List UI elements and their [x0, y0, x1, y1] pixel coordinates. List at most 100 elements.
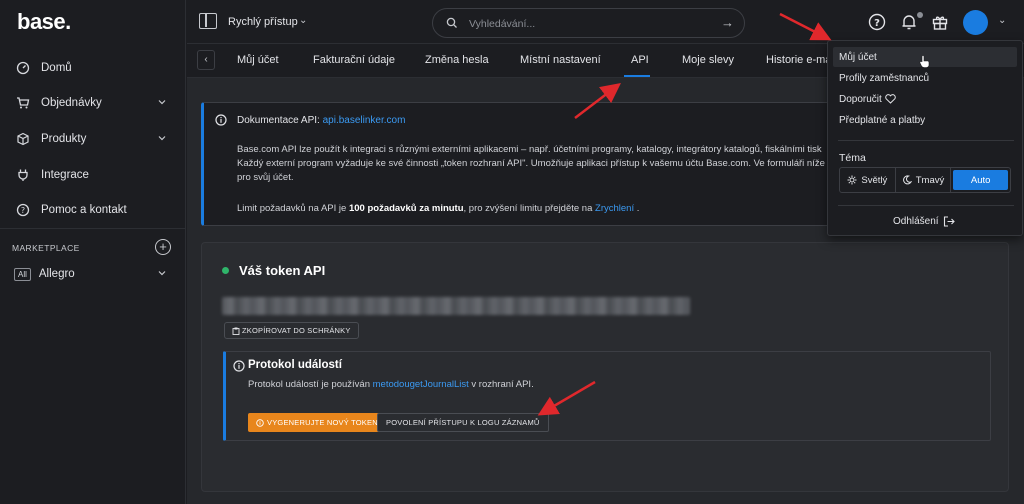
box-icon: [16, 132, 30, 146]
log-access-button[interactable]: POVOLENÍ PŘÍSTUPU K LOGU ZÁZNAMŮ: [377, 413, 549, 432]
quick-access-label[interactable]: Rychlý přístup: [228, 16, 298, 28]
sidebar-item-label: Objednávky: [41, 97, 102, 109]
event-desc-prefix: Protokol událostí je používán: [248, 379, 370, 390]
acceleration-link[interactable]: Zrychlení: [595, 203, 634, 214]
copy-button-label: ZKOPÍROVAT DO SCHRÁNKY: [242, 326, 351, 335]
sidebar-item-allegro[interactable]: All Allegro: [0, 259, 186, 289]
status-dot: [222, 267, 229, 274]
divider: [0, 228, 186, 229]
sidebar-item-label: Produkty: [41, 133, 87, 145]
sidebar: base. Domů Objednávky Produkty Integrace…: [0, 0, 186, 504]
sidebar-item-label: Integrace: [41, 169, 89, 181]
sidebar-item-products[interactable]: Produkty: [0, 124, 186, 154]
bell-icon[interactable]: [899, 12, 919, 32]
cart-icon: [16, 96, 30, 110]
event-log-description: Protokol událostí je používán metodouget…: [248, 379, 534, 390]
chevron-left-icon[interactable]: ‹: [197, 50, 215, 70]
dashboard-icon: [16, 61, 30, 75]
help-icon[interactable]: ?: [867, 12, 887, 32]
search-icon: [446, 17, 458, 32]
menu-item-label: Profily zaměstnanců: [839, 72, 930, 84]
notification-dot: [917, 12, 923, 18]
divider: [838, 205, 1014, 206]
tab-api[interactable]: API: [631, 54, 649, 66]
api-description-line: pro svůj účet.: [237, 172, 294, 183]
account-dropdown: Můj účet Profily zaměstnanců Doporučit P…: [827, 40, 1023, 236]
sidebar-item-home[interactable]: Domů: [0, 53, 186, 83]
plug-icon: [16, 168, 30, 182]
api-description-line: Base.com API lze použít k integraci s rů…: [237, 144, 822, 155]
token-title: Váš token API: [239, 263, 326, 278]
chevron-down-icon[interactable]: ⌄: [998, 15, 1006, 26]
chevron-down-icon: [158, 133, 166, 145]
menu-item-recommend[interactable]: Doporučit: [833, 89, 1017, 109]
api-description: Base.com API lze použít k integraci s rů…: [237, 143, 842, 185]
menu-item-label: Doporučit: [839, 93, 882, 105]
sidebar-item-integrations[interactable]: Integrace: [0, 160, 186, 190]
info-icon: [233, 360, 245, 375]
avatar[interactable]: [963, 10, 988, 35]
limit-prefix: Limit požadavků na API je: [237, 203, 347, 214]
tab-local-settings[interactable]: Místní nastavení: [520, 54, 601, 66]
arrow-right-icon[interactable]: →: [721, 15, 734, 30]
theme-label: Téma: [839, 152, 866, 164]
chevron-down-icon: [158, 268, 166, 280]
theme-option-label: Světlý: [861, 174, 888, 186]
theme-selector: Světlý Tmavý Auto: [839, 167, 1011, 193]
marketplace-heading: MARKETPLACE: [12, 243, 80, 253]
menu-item-my-account[interactable]: Můj účet: [833, 47, 1017, 68]
logo[interactable]: base.: [17, 9, 71, 35]
gift-icon[interactable]: [930, 12, 950, 32]
sidebar-item-label: Pomoc a kontakt: [41, 204, 127, 216]
api-description-line: Každý externí program vyžaduje ke své či…: [237, 158, 825, 169]
journal-method-link[interactable]: metodougetJournalList: [373, 379, 469, 390]
chevron-down-icon[interactable]: ⌄: [299, 15, 307, 26]
logout-label: Odhlášení: [893, 216, 939, 227]
all-tag: All: [14, 267, 31, 281]
svg-text:?: ?: [874, 18, 880, 29]
menu-item-label: Předplatné a platby: [839, 114, 926, 126]
logout-button[interactable]: Odhlášení: [893, 216, 955, 227]
sidebar-item-orders[interactable]: Objednávky: [0, 88, 186, 118]
theme-dark-button[interactable]: Tmavý: [896, 168, 952, 192]
theme-light-button[interactable]: Světlý: [840, 168, 896, 192]
help-icon: ?: [16, 203, 30, 217]
theme-auto-button[interactable]: Auto: [953, 170, 1009, 190]
add-marketplace-button[interactable]: +: [155, 239, 171, 255]
clipboard-icon: [232, 327, 240, 335]
copy-to-clipboard-button[interactable]: ZKOPÍROVAT DO SCHRÁNKY: [224, 322, 359, 339]
search-input[interactable]: Vyhledávání... →: [432, 8, 745, 38]
topbar: Rychlý přístup ⌄ Vyhledávání... → ? ⌄: [187, 0, 1024, 44]
blurred-token-value[interactable]: [222, 297, 690, 315]
tab-password[interactable]: Změna hesla: [425, 54, 489, 66]
tab-discounts[interactable]: Moje slevy: [682, 54, 734, 66]
menu-item-subscription[interactable]: Předplatné a platby: [833, 110, 1017, 130]
sidebar-item-help[interactable]: ? Pomoc a kontakt: [0, 195, 186, 225]
divider: [838, 140, 1014, 141]
tab-email-history[interactable]: Historie e-ma: [766, 54, 831, 66]
logout-icon: [943, 216, 955, 227]
generate-button-label: VYGENERUJTE NOVÝ TOKEN: [267, 418, 378, 427]
theme-option-label: Tmavý: [915, 174, 945, 186]
doc-label: Dokumentace API:: [237, 115, 320, 126]
active-tab-indicator: [624, 75, 650, 77]
event-log-box: Protokol událostí Protokol událostí je p…: [223, 351, 991, 441]
generate-token-button[interactable]: VYGENERUJTE NOVÝ TOKEN: [248, 413, 386, 432]
svg-text:?: ?: [21, 206, 25, 215]
tab-billing[interactable]: Fakturační údaje: [313, 54, 395, 66]
search-placeholder: Vyhledávání...: [469, 18, 536, 30]
info-icon: [256, 418, 264, 427]
sidebar-item-label: Domů: [41, 62, 72, 74]
api-limit-text: Limit požadavků na API je 100 požadavků …: [237, 203, 639, 214]
heart-icon: [885, 94, 896, 104]
tab-my-account[interactable]: Můj účet: [237, 54, 279, 66]
sun-icon: [847, 175, 857, 185]
event-desc-suffix: v rozhraní API.: [471, 379, 534, 390]
layout-icon[interactable]: [199, 13, 217, 29]
limit-mid: , pro zvýšení limitu přejděte na: [463, 203, 593, 214]
api-doc-link[interactable]: api.baselinker.com: [323, 115, 406, 126]
sidebar-item-label: Allegro: [38, 268, 75, 280]
menu-item-employee-profiles[interactable]: Profily zaměstnanců: [833, 68, 1017, 88]
limit-value: 100 požadavků za minutu: [348, 203, 464, 214]
api-info-box: Dokumentace API: api.baselinker.com Base…: [201, 102, 841, 226]
